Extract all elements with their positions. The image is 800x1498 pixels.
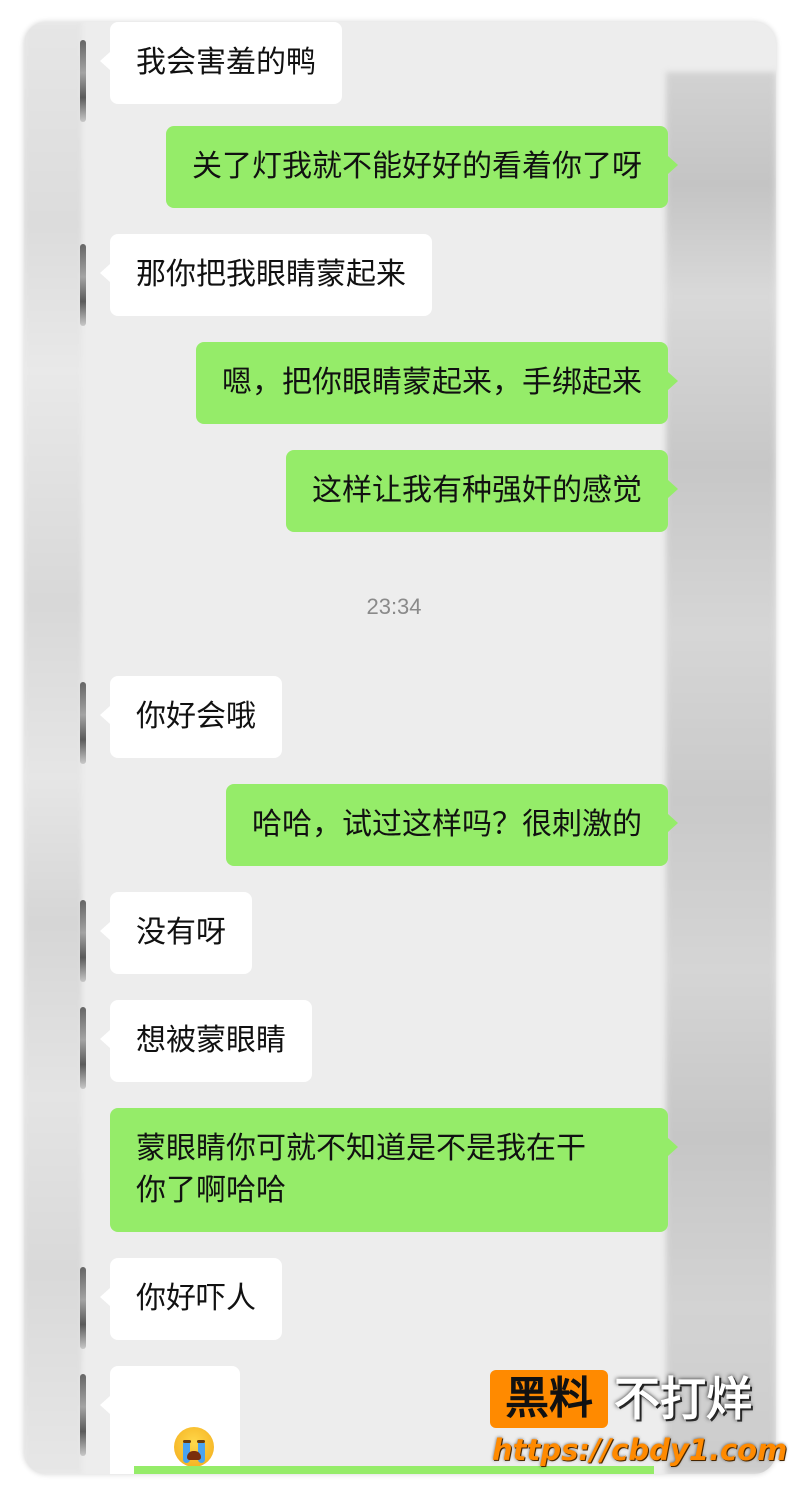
message-bubble-sent[interactable]: 关了灯我就不能好好的看着你了呀	[166, 126, 678, 208]
message-bubble-received[interactable]: 那你把我眼睛蒙起来	[100, 234, 432, 316]
avatar[interactable]	[80, 1267, 86, 1349]
message-bubble-emoji[interactable]	[99, 1366, 241, 1474]
watermark-badge: 黑料	[490, 1370, 608, 1428]
avatar[interactable]	[80, 900, 86, 982]
message-bubble-sent[interactable]: 哈哈，试过这样吗？很刺激的	[226, 784, 678, 866]
avatar[interactable]	[80, 40, 86, 122]
avatar[interactable]	[80, 1007, 86, 1089]
message-bubble-sent[interactable]: 这样让我有种强奸的感觉	[286, 450, 678, 532]
chat-screenshot: 我会害羞的鸭 关了灯我就不能好好的看着你了呀 那你把我眼睛蒙起来 嗯，把你眼睛蒙…	[24, 22, 776, 1474]
message-bubble-sent[interactable]: 蒙眼睛你可就不知道是不是我在干 你了啊哈哈	[110, 1108, 678, 1232]
avatar[interactable]	[80, 682, 86, 764]
avatar[interactable]	[80, 244, 86, 326]
message-timestamp: 23:34	[366, 594, 422, 619]
crying-face-icon	[174, 1426, 215, 1467]
blurred-avatar-column-right	[666, 72, 776, 1474]
message-bubble-received[interactable]: 你好吓人	[100, 1258, 282, 1340]
avatar[interactable]	[80, 1374, 86, 1456]
blurred-avatar-column	[24, 22, 82, 1474]
watermark-text: 不打烊	[614, 1372, 752, 1426]
message-bubble-sent[interactable]: 嗯，把你眼睛蒙起来，手绑起来	[196, 342, 678, 424]
message-bubble-received[interactable]: 没有呀	[100, 892, 252, 974]
watermark-url: https://cbdy1.com	[492, 1433, 788, 1467]
message-bubble-received[interactable]: 想被蒙眼睛	[100, 1000, 312, 1082]
message-bubble-received[interactable]: 你好会哦	[100, 676, 282, 758]
watermark: 黑料 不打烊 https://cbdy1.com	[490, 1368, 787, 1472]
message-bubble-received[interactable]: 我会害羞的鸭	[100, 22, 342, 104]
